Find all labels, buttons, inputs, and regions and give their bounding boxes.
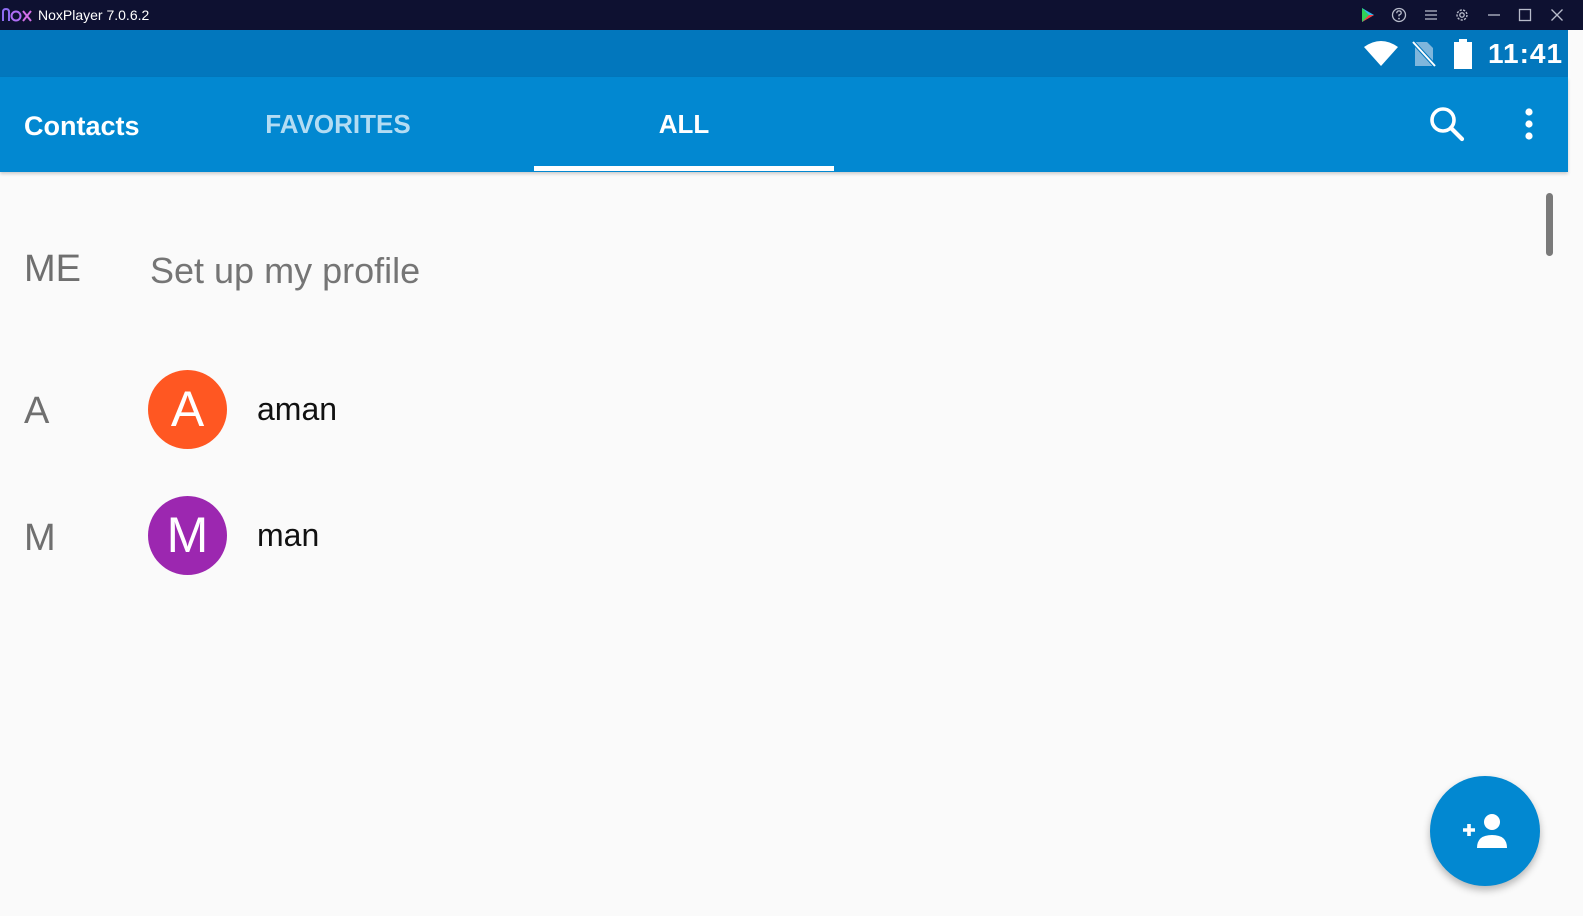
add-person-icon [1463,814,1507,848]
search-icon [1430,107,1465,142]
settings-button[interactable] [1451,4,1473,26]
settings-icon [1456,9,1468,21]
window-title: NoxPlayer 7.0.6.2 [38,7,150,23]
tab-favorites[interactable]: FAVORITES [234,77,442,172]
maximize-icon [1518,8,1532,22]
minimize-button[interactable] [1483,4,1505,26]
more-options-button[interactable] [1504,99,1554,149]
status-time: 11:41 [1488,38,1564,69]
status-bar: 11:41 [0,30,1568,77]
no-sim-icon [1410,39,1438,69]
menu-button[interactable] [1420,4,1442,26]
menu-icon [1425,10,1437,20]
contact-row-aman[interactable]: A aman [0,354,1568,464]
avatar: A [148,370,227,449]
play-store-button[interactable] [1356,4,1378,26]
add-contact-button[interactable] [1430,776,1540,886]
emulator-title-bar: NoxPlayer 7.0.6.2 [0,0,1583,30]
contact-name: aman [257,391,338,427]
avatar: M [148,496,227,575]
search-button[interactable] [1422,99,1472,149]
close-button[interactable] [1546,4,1568,26]
wifi-icon [1364,41,1398,66]
maximize-button[interactable] [1514,4,1536,26]
play-store-icon [1362,8,1374,22]
app-bar: Contacts FAVORITES ALL [0,77,1568,172]
setup-profile-text: Set up my profile [150,250,421,291]
minimize-icon [1488,14,1500,16]
help-button[interactable] [1388,4,1410,26]
selected-tab-indicator [534,166,834,171]
contact-row-man[interactable]: M man [0,480,1568,590]
app-title: Contacts [24,111,140,141]
close-icon [1551,9,1563,21]
nox-logo-icon [2,7,32,22]
more-vert-icon [1525,108,1533,140]
help-icon [1391,7,1407,23]
battery-icon [1454,39,1472,69]
me-section-label: ME [24,248,81,290]
tab-all[interactable]: ALL [534,77,834,172]
contact-name: man [257,517,320,553]
my-profile-row[interactable]: ME Set up my profile [0,230,1568,310]
